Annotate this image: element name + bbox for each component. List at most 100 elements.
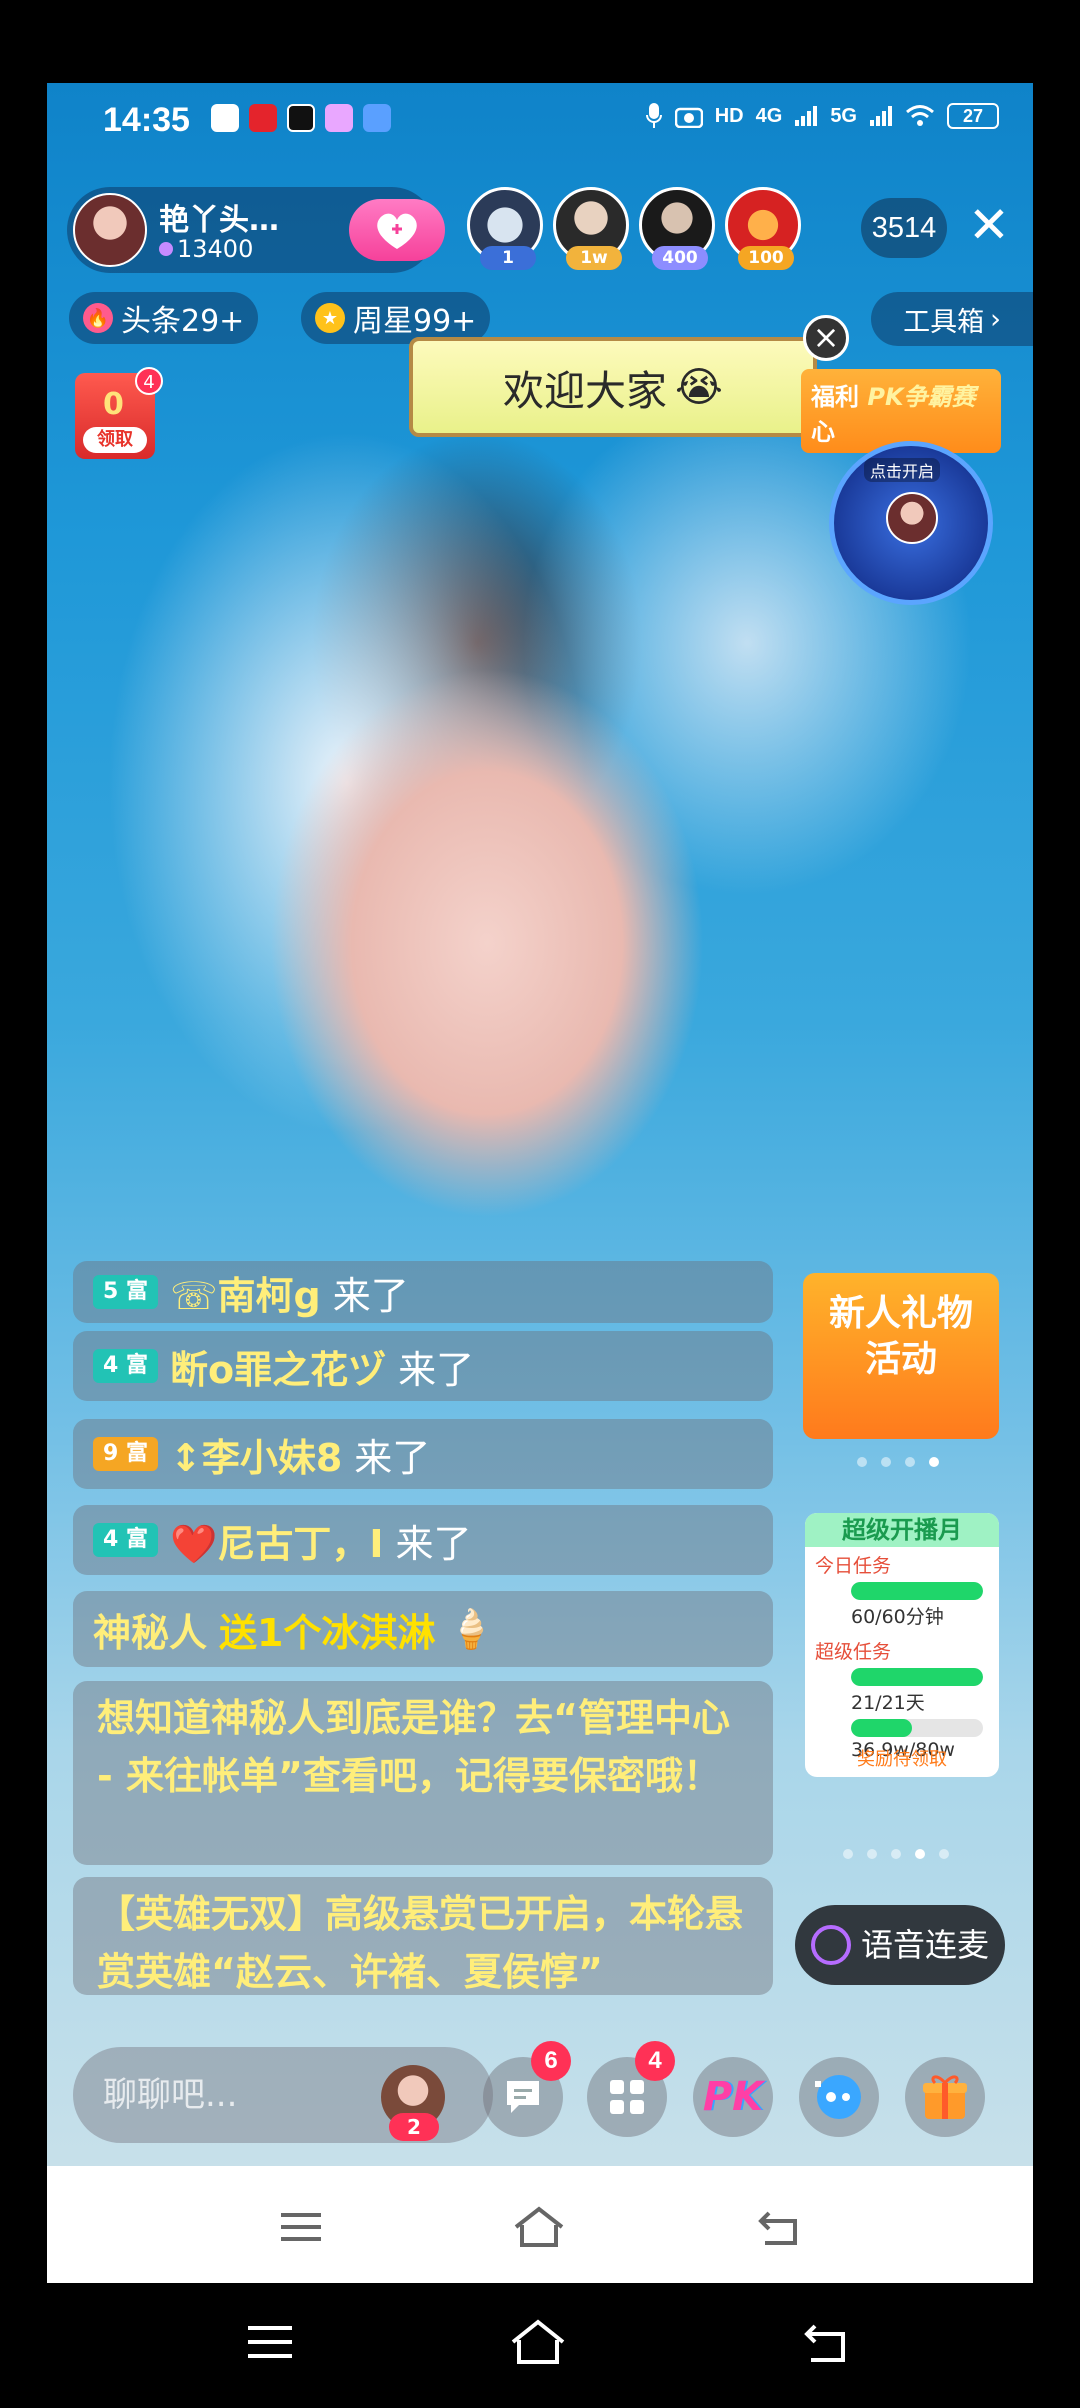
red-packet-count: 4 (135, 367, 163, 395)
toolbox-label: 工具箱 (903, 306, 985, 338)
promo-line2: 活动 (864, 1339, 937, 1380)
host-card[interactable]: 艳丫头… 13400 (67, 187, 445, 273)
chat-username[interactable]: ↕李小妹8 (170, 1427, 342, 1482)
heart-plus-icon (377, 213, 417, 249)
system-message: 想知道神秘人到底是谁？去“管理中心 - 来往帐单”查看吧，记得要保密哦！ (73, 1681, 773, 1865)
notification-icons (211, 104, 391, 132)
chat-action: 来了 (332, 1273, 409, 1318)
red-packet-button[interactable]: 0 4 领取 (75, 367, 163, 459)
chat-username[interactable]: 断o罪之花ヅ (170, 1339, 386, 1394)
top-viewer-3[interactable]: 400 (639, 187, 715, 270)
today-progress-fill (851, 1582, 983, 1600)
voice-connect-button[interactable]: 语音连麦 (795, 1905, 1005, 1985)
system-menu-icon[interactable] (240, 2316, 300, 2368)
chat-message[interactable]: 9 富 ↕李小妹8 来了 (73, 1419, 773, 1489)
chat-action: 来了 (395, 1521, 472, 1566)
broadcast-task-card[interactable]: 超级开播月 今日任务 60/60分钟 超级任务 21/21天 36.9w/80w… (805, 1513, 999, 1777)
link-icon (811, 1925, 851, 1965)
system-message: 【英雄无双】高级悬赏已开启，本轮悬赏英雄“赵云、许褚、夏侯惇” (73, 1877, 773, 1995)
extra-progress-bar (851, 1719, 983, 1737)
chat-message[interactable]: 4 富 ❤️尼古丁，I 来了 (73, 1505, 773, 1575)
system-icons: HD 4G 5G 27 (645, 102, 999, 130)
audience-avatar-button[interactable]: 2 (373, 2057, 453, 2141)
level-badge: 4 富 (93, 1349, 158, 1383)
signal-label-5g: 5G (830, 104, 857, 127)
super-progress-text: 21/21天 (851, 1692, 925, 1714)
flame-icon: 🔥 (83, 303, 113, 333)
level-badge: 5 富 (93, 1275, 158, 1309)
gift-message[interactable]: 神秘人 送1个冰淇淋 🍦 (73, 1591, 773, 1667)
home-icon[interactable] (509, 2203, 569, 2251)
pk-event-banner[interactable]: 福利 PK争霸赛 心 (801, 369, 1001, 453)
star-icon: ★ (315, 303, 345, 333)
viewer-rank-badge: 1 (480, 246, 536, 270)
game-button[interactable] (799, 2057, 879, 2137)
gallery-icon (325, 104, 353, 132)
message-icon (211, 104, 239, 132)
gamepad-icon (815, 2075, 861, 2119)
gift-button[interactable] (905, 2057, 985, 2137)
level-badge: 4 富 (93, 1523, 158, 1557)
new-user-gift-promo[interactable]: 新人礼物 活动 (803, 1273, 999, 1439)
pk-button[interactable]: PK (693, 2057, 773, 2137)
red-packet-value: 0 (103, 387, 124, 422)
pk-title: PK争霸赛 (867, 383, 976, 411)
today-progress-bar (851, 1582, 983, 1600)
promo-line1: 新人礼物 (828, 1293, 973, 1334)
top-viewer-1[interactable]: 1 (467, 187, 543, 270)
welcome-close-button[interactable]: × (803, 315, 849, 361)
grid-icon (610, 2080, 644, 2114)
weekly-star-label: 周星99+ (353, 304, 477, 339)
back-icon[interactable] (749, 2203, 809, 2251)
promo-pager-dots (857, 1457, 939, 1467)
system-back-icon[interactable] (796, 2316, 856, 2368)
viewer-contribution-badge: 1w (566, 246, 622, 270)
crying-emoji-icon: 😭 (675, 363, 723, 411)
viewer-contribution-badge: 100 (738, 246, 794, 270)
battery-indicator: 27 (947, 103, 999, 129)
send-icon (363, 104, 391, 132)
today-progress-text: 60/60分钟 (851, 1606, 944, 1628)
level-badge: 9 富 (93, 1437, 158, 1471)
status-bar: 14:35 HD 4G 5G 27 (47, 83, 1033, 163)
top-viewer-4[interactable]: 100 (725, 187, 801, 270)
capcut-icon (287, 104, 315, 132)
pk-orb-button[interactable]: 点击开启 (829, 441, 993, 605)
tmall-icon (249, 104, 277, 132)
red-packet-claim-label: 领取 (83, 427, 147, 453)
mic-icon (645, 103, 662, 128)
gift-sender[interactable]: 神秘人 (93, 1602, 207, 1657)
toolbox-button[interactable]: 工具箱 › (871, 292, 1033, 346)
online-viewer-count[interactable]: 3514 (861, 198, 947, 258)
chat-message[interactable]: 5 富 ☏南柯g 来了 (73, 1261, 773, 1323)
chat-message[interactable]: 4 富 断o罪之花ヅ 来了 (73, 1331, 773, 1401)
apps-button[interactable]: 4 (587, 2041, 675, 2137)
chat-username[interactable]: ❤️尼古丁，I (170, 1513, 383, 1568)
voice-connect-label: 语音连麦 (861, 1926, 990, 1964)
extra-progress-fill (851, 1719, 912, 1737)
today-task-label: 今日任务 (815, 1555, 892, 1577)
task-pager-dots (843, 1849, 949, 1859)
system-home-icon[interactable] (508, 2316, 568, 2368)
messages-badge: 6 (531, 2041, 571, 2081)
top-viewer-2[interactable]: 1w (553, 187, 629, 270)
host-popularity: 13400 (159, 235, 253, 263)
today-task: 今日任务 60/60分钟 (805, 1547, 999, 1633)
gift-box-icon (923, 2075, 967, 2119)
chat-bubble-icon (507, 2081, 539, 2113)
menu-icon[interactable] (271, 2203, 331, 2251)
super-progress-bar (851, 1668, 983, 1686)
host-avatar[interactable] (73, 193, 147, 267)
chat-action: 来了 (354, 1435, 431, 1480)
signal-icon (870, 106, 892, 126)
follow-button[interactable] (349, 199, 445, 261)
signal-label-hd: HD (714, 104, 744, 127)
messages-button[interactable]: 6 (483, 2041, 571, 2137)
close-live-button[interactable]: ✕ (963, 200, 1015, 253)
host-name: 艳丫头… (159, 203, 279, 238)
chat-username[interactable]: ☏南柯g (170, 1265, 321, 1320)
reward-pending-label: 奖励待领取 (857, 1749, 947, 1770)
headline-pill[interactable]: 🔥 头条29+ (69, 292, 259, 344)
chevron-right-icon: › (990, 303, 1001, 335)
pk-open-label: 点击开启 (864, 458, 941, 482)
